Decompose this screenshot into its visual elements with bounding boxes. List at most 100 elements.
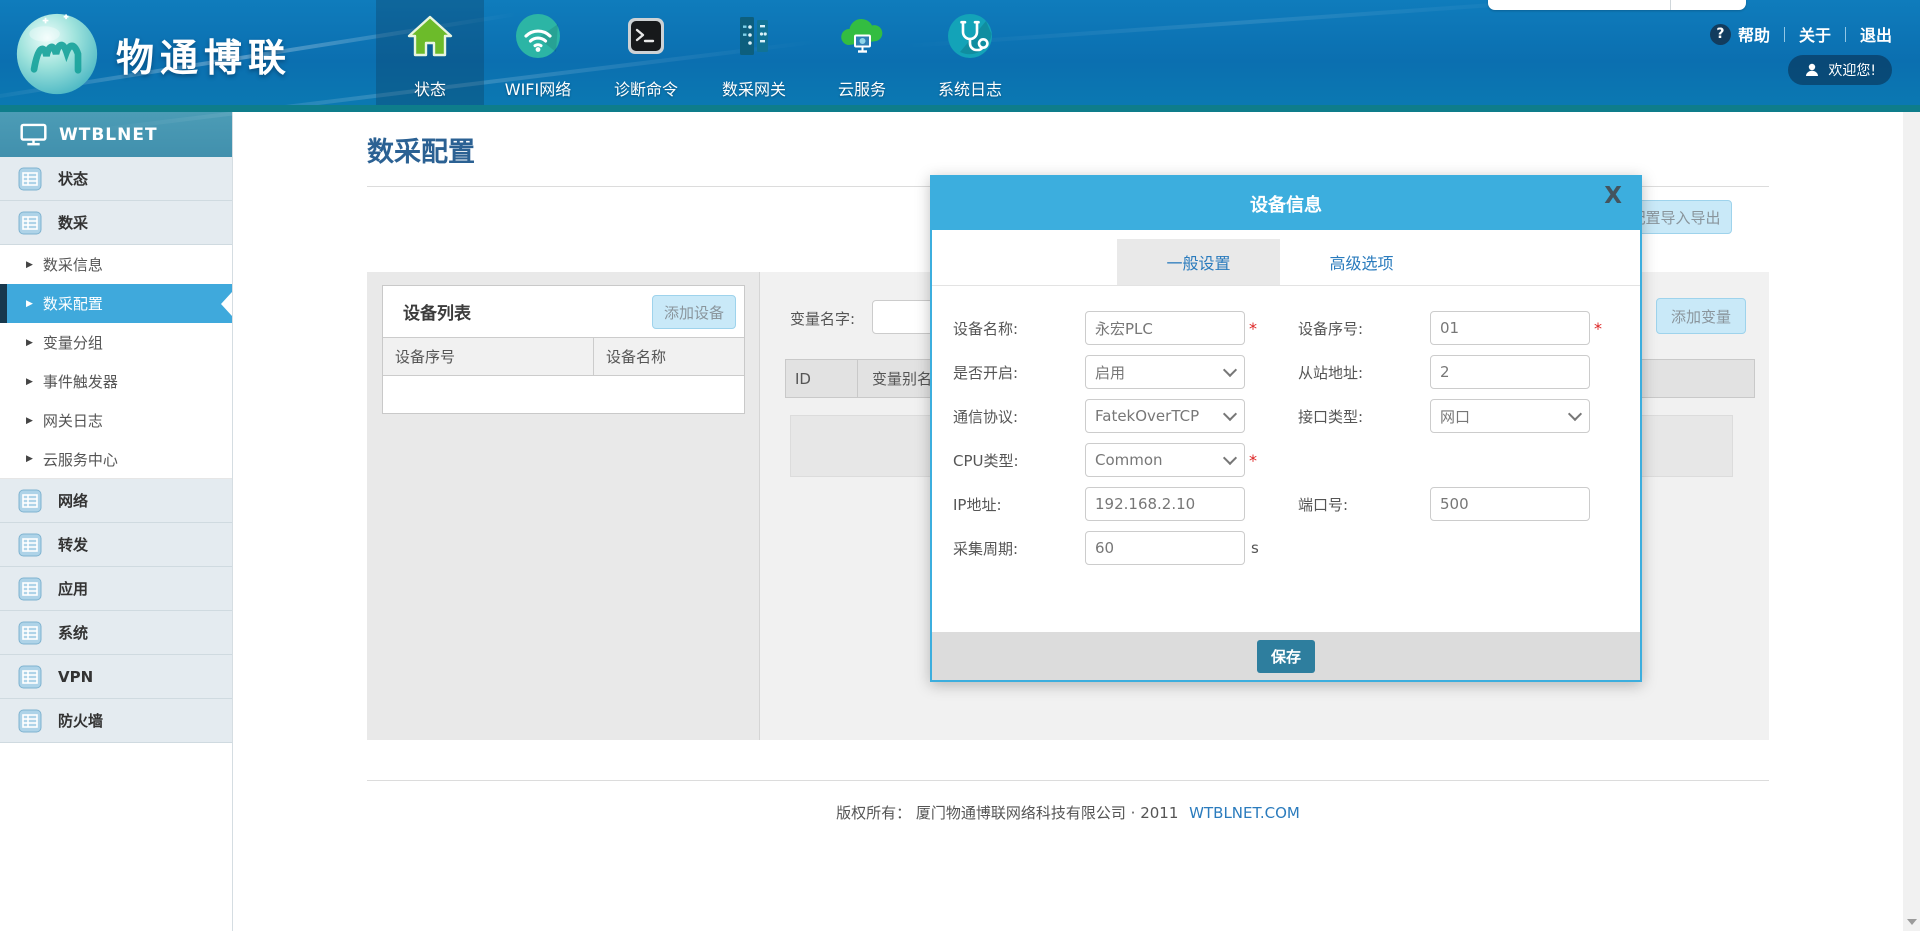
terminal-icon: [622, 12, 670, 60]
sidebar-subitem-cloud-center[interactable]: ▶ 云服务中心: [0, 440, 232, 479]
stethoscope-icon: [946, 12, 994, 60]
nav-tab-cloud[interactable]: 云服务: [808, 0, 916, 112]
add-device-button[interactable]: 添加设备: [652, 295, 736, 329]
grid-icon: [18, 211, 42, 235]
cpu-type-select-value: Common: [1095, 451, 1163, 469]
header-bottom-strip: [0, 105, 1920, 112]
wtblnet-link[interactable]: WTBLNET.COM: [1189, 804, 1300, 822]
sidebar: WTBLNET 状态 数采 ▶ 数采信息 ▶ 数采配置 ▶ 变量分组 ▶ 事件触…: [0, 112, 233, 931]
sidebar-subitem-label: 数采信息: [43, 254, 103, 275]
sidebar-item-vpn[interactable]: VPN: [0, 655, 232, 699]
device-list-title: 设备列表: [403, 299, 471, 324]
sidebar-brand: WTBLNET: [0, 112, 232, 157]
sidebar-item-label: VPN: [58, 668, 93, 686]
form-row: 设备名称: * 设备序号: *: [953, 311, 1640, 345]
required-mark: *: [1594, 319, 1602, 338]
nav-tab-label: WIFI网络: [505, 76, 571, 100]
grid-icon: [18, 577, 42, 601]
seconds-unit-label: s: [1251, 539, 1259, 557]
sidebar-item-system[interactable]: 系统: [0, 611, 232, 655]
sidebar-subitem-label: 数采配置: [43, 293, 103, 314]
tab-general-settings[interactable]: 一般设置: [1117, 239, 1280, 285]
about-link[interactable]: 关于: [1799, 22, 1831, 46]
top-navigation: 状态 WIFI网络: [376, 0, 1024, 112]
sidebar-item-firewall[interactable]: 防火墙: [0, 699, 232, 743]
nav-tab-wifi[interactable]: WIFI网络: [484, 0, 592, 112]
device-list-pane: 设备列表 添加设备 设备序号 设备名称: [367, 272, 760, 740]
sidebar-item-network[interactable]: 网络: [0, 479, 232, 523]
sidebar-item-forwarding[interactable]: 转发: [0, 523, 232, 567]
logout-link[interactable]: 退出: [1860, 22, 1892, 46]
search-box-divider: [1670, 0, 1671, 10]
sidebar-subitem-variable-groups[interactable]: ▶ 变量分组: [0, 323, 232, 362]
interface-type-select[interactable]: 网口: [1430, 399, 1590, 433]
sidebar-item-label: 状态: [58, 168, 88, 189]
grid-icon: [18, 533, 42, 557]
sidebar-item-applications[interactable]: 应用: [0, 567, 232, 611]
welcome-badge[interactable]: 欢迎您!: [1788, 55, 1892, 85]
cpu-type-select[interactable]: Common: [1085, 443, 1245, 477]
port-input[interactable]: [1430, 487, 1590, 521]
device-serial-label: 设备序号:: [1298, 318, 1430, 339]
sidebar-item-label: 转发: [58, 534, 88, 555]
protocol-select-value: FatekOverTCP: [1095, 407, 1199, 425]
form-row: CPU类型: Common *: [953, 443, 1640, 477]
help-link[interactable]: 帮助: [1738, 22, 1770, 46]
search-box-remnant[interactable]: [1488, 0, 1746, 10]
device-info-dialog: 设备信息 X 一般设置 高级选项 设备名称: * 设备序号: * 是否开启: 启…: [930, 175, 1642, 682]
sidebar-item-status[interactable]: 状态: [0, 157, 232, 201]
sidebar-item-label: 应用: [58, 578, 88, 599]
save-button[interactable]: 保存: [1257, 640, 1315, 673]
sidebar-subitem-data-config[interactable]: ▶ 数采配置: [0, 284, 232, 323]
nav-tab-syslog[interactable]: 系统日志: [916, 0, 1024, 112]
enable-label: 是否开启:: [953, 362, 1085, 383]
sidebar-subitem-event-triggers[interactable]: ▶ 事件触发器: [0, 362, 232, 401]
close-icon[interactable]: X: [1604, 185, 1622, 208]
variable-col-id: ID: [786, 360, 858, 397]
top-utility-links: ? 帮助 关于 退出: [1710, 22, 1892, 46]
poll-period-input[interactable]: [1085, 531, 1245, 565]
form-row: 是否开启: 启用 从站地址:: [953, 355, 1640, 389]
chevron-down-icon: [1223, 451, 1237, 465]
enable-select[interactable]: 启用: [1085, 355, 1245, 389]
grid-icon: [18, 621, 42, 645]
sidebar-subitem-data-info[interactable]: ▶ 数采信息: [0, 245, 232, 284]
slave-address-input[interactable]: [1430, 355, 1590, 389]
tab-advanced-options[interactable]: 高级选项: [1280, 239, 1443, 285]
footer-divider: [367, 780, 1769, 781]
sidebar-item-label: 防火墙: [58, 710, 103, 731]
nav-tab-gateway[interactable]: 数采网关: [700, 0, 808, 112]
interface-type-select-value: 网口: [1440, 406, 1470, 427]
form-row: IP地址: 端口号:: [953, 487, 1640, 521]
sidebar-subitem-label: 云服务中心: [43, 449, 118, 470]
sidebar-subitem-gateway-logs[interactable]: ▶ 网关日志: [0, 401, 232, 440]
add-variable-button[interactable]: 添加变量: [1656, 298, 1746, 334]
grid-icon: [18, 489, 42, 513]
protocol-select[interactable]: FatekOverTCP: [1085, 399, 1245, 433]
chevron-down-icon: [1223, 407, 1237, 421]
app-logo: 物通博联: [14, 11, 292, 97]
grid-icon: [18, 167, 42, 191]
submenu-arrow-icon: ▶: [26, 299, 33, 309]
device-col-serial: 设备序号: [383, 338, 594, 375]
scrollbar-down-arrow-icon[interactable]: [1907, 919, 1917, 925]
nav-tab-diagnostics[interactable]: 诊断命令: [592, 0, 700, 112]
submenu-arrow-icon: ▶: [26, 338, 33, 348]
port-label: 端口号:: [1298, 494, 1430, 515]
sidebar-item-data-collection[interactable]: 数采: [0, 201, 232, 245]
device-serial-input[interactable]: [1430, 311, 1590, 345]
protocol-label: 通信协议:: [953, 406, 1085, 427]
page-scrollbar[interactable]: [1903, 112, 1920, 931]
grid-icon: [18, 709, 42, 733]
ip-address-label: IP地址:: [953, 494, 1085, 515]
ip-address-input[interactable]: [1085, 487, 1245, 521]
nav-tab-label: 云服务: [838, 76, 886, 100]
device-name-input[interactable]: [1085, 311, 1245, 345]
submenu-arrow-icon: ▶: [26, 416, 33, 426]
device-list-card: 设备列表 添加设备 设备序号 设备名称: [382, 285, 745, 414]
nav-tab-label: 诊断命令: [614, 76, 678, 100]
nav-tab-status[interactable]: 状态: [376, 0, 484, 112]
grid-icon: [18, 665, 42, 689]
nav-tab-label: 数采网关: [722, 76, 786, 100]
copyright-bar: 版权所有： 厦门物通博联网络科技有限公司 · 2011 WTBLNET.COM: [367, 802, 1769, 823]
